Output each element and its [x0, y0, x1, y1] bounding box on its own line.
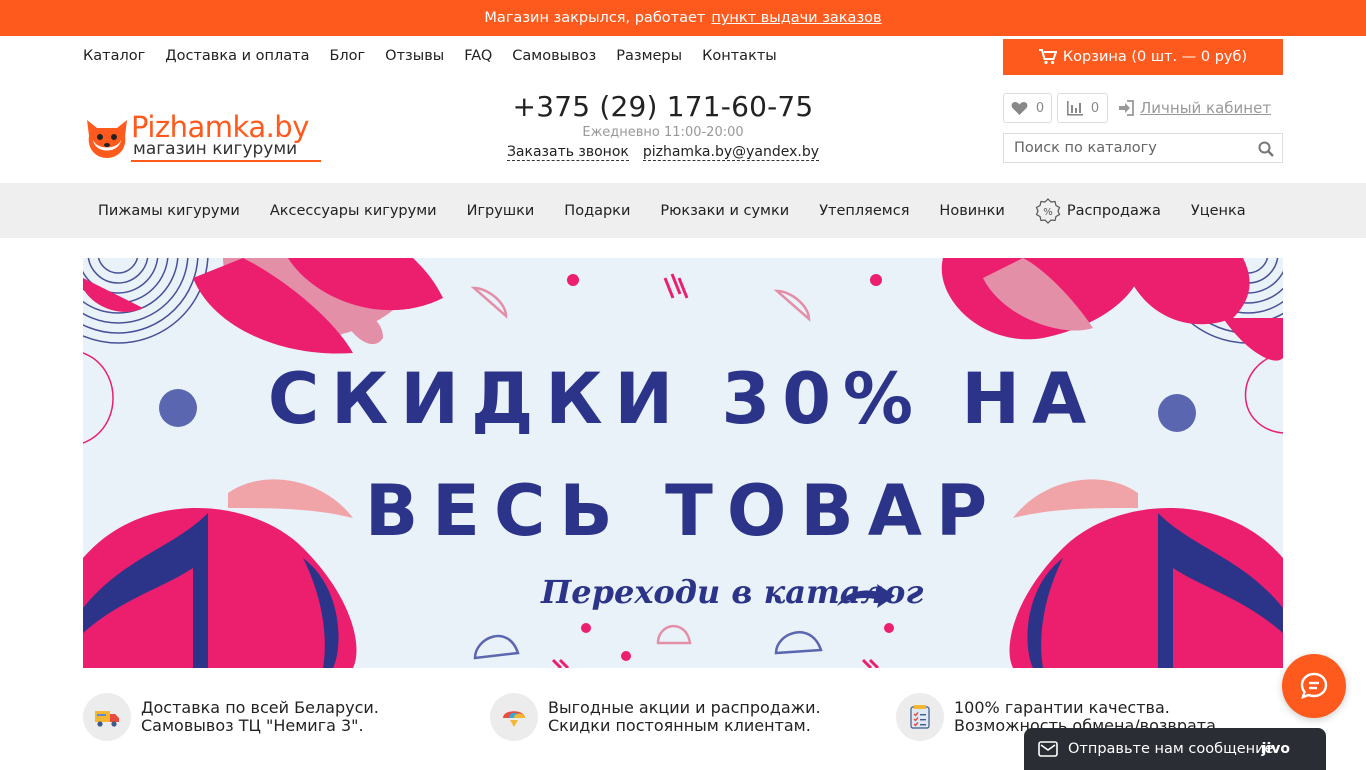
cart-label: Корзина (0 шт. — 0 руб)	[1062, 49, 1248, 65]
category-gifts[interactable]: Подарки	[564, 203, 630, 219]
compare-button[interactable]: 0	[1057, 93, 1108, 123]
sign-in-icon	[1119, 100, 1134, 116]
closure-notice: Магазин закрылся, работает пункт выдачи …	[0, 0, 1366, 36]
logo-subtitle: магазин кигуруми	[133, 139, 298, 159]
nav-blog[interactable]: Блог	[329, 48, 365, 64]
nav-catalog[interactable]: Каталог	[83, 48, 145, 64]
feature-delivery-line1: Доставка по всей Беларуси.	[141, 698, 379, 717]
feature-promotions-line2: Скидки постоянным клиентам.	[548, 716, 811, 735]
compare-count: 0	[1090, 100, 1100, 116]
banner-headline-2: ВЕСЬ ТОВАР	[364, 470, 1002, 552]
percent-badge-icon: %	[1035, 197, 1061, 224]
bar-chart-icon	[1066, 100, 1083, 116]
category-menu: Пижамы кигуруми Аксессуары кигуруми Игру…	[0, 183, 1366, 238]
search-icon[interactable]	[1258, 141, 1274, 157]
site-logo[interactable]: Pizhamka.by магазин кигуруми	[83, 110, 328, 164]
pickup-point-link[interactable]: пункт выдачи заказов	[711, 10, 881, 26]
feature-delivery-line2: Самовывоз ТЦ "Немига 3".	[141, 716, 364, 735]
nav-reviews[interactable]: Отзывы	[385, 48, 444, 64]
notice-text: Магазин закрылся, работает	[484, 10, 706, 26]
category-warm-clothes[interactable]: Утепляемся	[819, 203, 909, 219]
nav-delivery[interactable]: Доставка и оплата	[165, 48, 309, 64]
chat-bar[interactable]: Отправьте нам сообщение jivo	[1024, 728, 1326, 770]
chat-bubble-icon	[1300, 672, 1328, 699]
logo-underline	[131, 160, 321, 162]
email-link[interactable]: pizhamka.by@yandex.by	[642, 144, 820, 161]
feature-delivery: Доставка по всей Беларуси. Самовывоз ТЦ …	[83, 693, 379, 741]
category-kigurumi-pajamas[interactable]: Пижамы кигуруми	[98, 203, 240, 219]
working-hours: Ежедневно 11:00-20:00	[582, 125, 744, 140]
balloon-icon	[503, 711, 525, 727]
feature-promotions-line1: Выгодные акции и распродажи.	[548, 698, 821, 717]
envelope-icon	[1038, 741, 1058, 757]
category-new[interactable]: Новинки	[939, 203, 1004, 219]
top-navigation: Каталог Доставка и оплата Блог Отзывы FA…	[0, 36, 1366, 78]
heart-icon	[1011, 101, 1028, 115]
chat-open-button[interactable]	[1282, 654, 1346, 718]
account-label: Личный кабинет	[1140, 99, 1272, 117]
cart-button[interactable]: Корзина (0 шт. — 0 руб)	[1003, 39, 1283, 75]
category-kigurumi-accessories[interactable]: Аксессуары кигуруми	[270, 203, 437, 219]
category-sale[interactable]: % Распродажа	[1035, 197, 1161, 224]
category-markdown[interactable]: Уценка	[1191, 203, 1246, 219]
phone-number[interactable]: +375 (29) 171-60-75	[480, 90, 846, 123]
svg-text:%: %	[1043, 207, 1053, 218]
nav-faq[interactable]: FAQ	[464, 48, 492, 64]
promo-banner[interactable]: СКИДКИ 30% НА ВЕСЬ ТОВАР Переходи в ката…	[83, 258, 1283, 668]
favorites-count: 0	[1035, 100, 1045, 116]
jivo-logo: jivo	[1261, 741, 1290, 757]
nav-contacts[interactable]: Контакты	[702, 48, 777, 64]
account-link[interactable]: Личный кабинет	[1118, 99, 1271, 117]
nav-pickup[interactable]: Самовывоз	[512, 48, 596, 64]
truck-icon	[95, 711, 119, 727]
search-box	[1003, 133, 1283, 163]
favorites-button[interactable]: 0	[1003, 93, 1052, 123]
category-toys[interactable]: Игрушки	[467, 203, 535, 219]
feature-quality-line1: 100% гарантии качества.	[954, 698, 1170, 717]
chat-bar-label: Отправьте нам сообщение	[1068, 741, 1274, 757]
contact-block: +375 (29) 171-60-75 Ежедневно 11:00-20:0…	[480, 90, 846, 161]
feature-promotions: Выгодные акции и распродажи. Скидки пост…	[490, 693, 821, 741]
fox-mascot-icon	[87, 120, 127, 158]
cart-icon	[1038, 49, 1057, 65]
category-backpacks-bags[interactable]: Рюкзаки и сумки	[660, 203, 789, 219]
search-input[interactable]	[1014, 140, 1254, 156]
banner-headline-1: СКИДКИ 30% НА	[267, 358, 1099, 440]
category-sale-label: Распродажа	[1066, 202, 1161, 219]
checklist-icon	[910, 705, 930, 729]
nav-sizes[interactable]: Размеры	[616, 48, 682, 64]
callback-link[interactable]: Заказать звонок	[506, 144, 629, 161]
arrow-right-icon	[837, 584, 895, 608]
